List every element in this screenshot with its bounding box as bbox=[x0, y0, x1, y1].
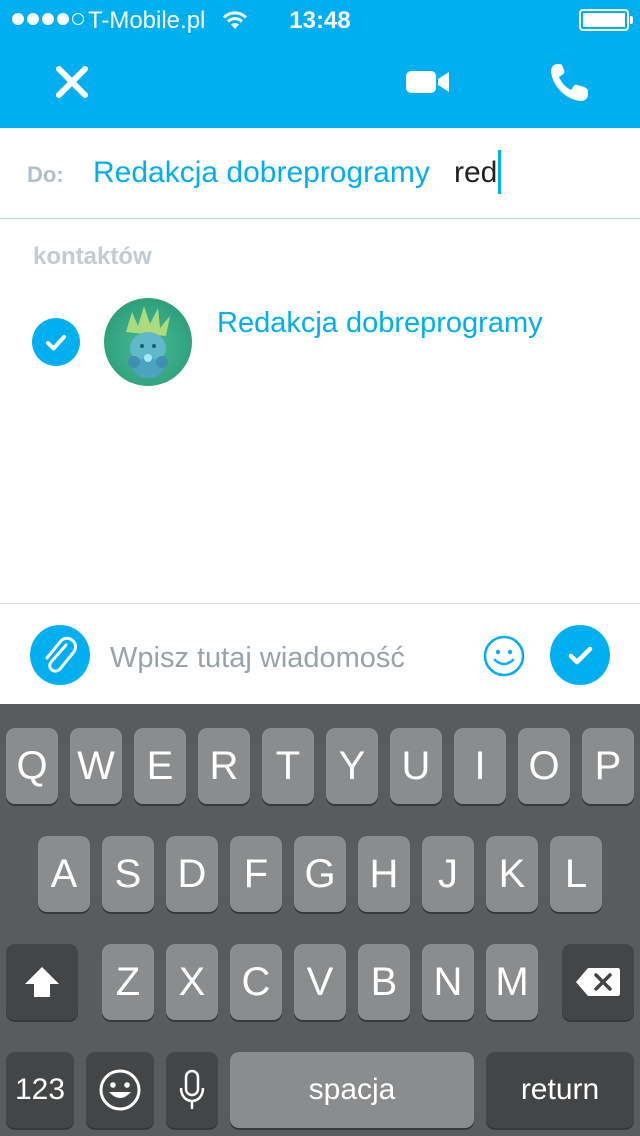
backspace-icon bbox=[576, 968, 620, 996]
send-button[interactable] bbox=[550, 625, 610, 685]
shift-arrow-icon bbox=[25, 967, 59, 997]
key-y[interactable]: Y bbox=[326, 728, 378, 804]
emoji-icon bbox=[99, 1069, 141, 1111]
phone-icon[interactable] bbox=[546, 60, 592, 106]
microphone-icon bbox=[179, 1069, 205, 1109]
key-i[interactable]: I bbox=[454, 728, 506, 804]
key-b[interactable]: B bbox=[358, 944, 410, 1020]
key-n[interactable]: N bbox=[422, 944, 474, 1020]
key-m[interactable]: M bbox=[486, 944, 538, 1020]
key-l[interactable]: L bbox=[550, 836, 602, 912]
key-q[interactable]: Q bbox=[6, 728, 58, 804]
space-key[interactable]: spacja bbox=[230, 1052, 474, 1128]
text-caret bbox=[498, 150, 501, 194]
clock: 13:48 bbox=[289, 7, 351, 34]
contact-list-item[interactable]: Redakcja dobreprogramy bbox=[0, 290, 640, 400]
selected-check-icon[interactable] bbox=[32, 318, 80, 366]
key-a[interactable]: A bbox=[38, 836, 90, 912]
checkmark-icon bbox=[568, 646, 593, 665]
key-o[interactable]: O bbox=[518, 728, 570, 804]
return-key[interactable]: return bbox=[486, 1052, 634, 1128]
key-r[interactable]: R bbox=[198, 728, 250, 804]
contact-name: Redakcja dobreprogramy bbox=[217, 307, 543, 339]
key-k[interactable]: K bbox=[486, 836, 538, 912]
key-e[interactable]: E bbox=[134, 728, 186, 804]
recipient-field[interactable]: Do: Redakcja dobreprogramy red bbox=[0, 128, 640, 219]
recipient-search-text[interactable]: red bbox=[454, 156, 497, 190]
attach-button[interactable] bbox=[30, 625, 90, 685]
key-h[interactable]: H bbox=[358, 836, 410, 912]
contacts-section-header: kontaktów bbox=[33, 243, 152, 270]
top-bar: T-Mobile.pl 13:48 bbox=[0, 0, 640, 128]
recipient-label: Do: bbox=[27, 162, 64, 187]
paperclip-icon bbox=[45, 636, 77, 673]
key-j[interactable]: J bbox=[422, 836, 474, 912]
contact-avatar bbox=[104, 298, 192, 386]
emoji-key[interactable] bbox=[86, 1052, 154, 1128]
key-w[interactable]: W bbox=[70, 728, 122, 804]
smiley-icon[interactable] bbox=[483, 635, 525, 677]
backspace-key[interactable] bbox=[562, 944, 634, 1020]
on-screen-keyboard: Q W E R T Y U I O P A S D F G H J K L Z … bbox=[0, 704, 640, 1136]
close-icon[interactable] bbox=[50, 60, 94, 104]
key-v[interactable]: V bbox=[294, 944, 346, 1020]
key-f[interactable]: F bbox=[230, 836, 282, 912]
key-g[interactable]: G bbox=[294, 836, 346, 912]
numbers-key[interactable]: 123 bbox=[6, 1052, 74, 1128]
status-bar: T-Mobile.pl 13:48 bbox=[0, 0, 640, 40]
recipient-chip[interactable]: Redakcja dobreprogramy bbox=[93, 156, 430, 190]
key-c[interactable]: C bbox=[230, 944, 282, 1020]
battery-level bbox=[583, 13, 625, 27]
message-input[interactable] bbox=[110, 638, 436, 678]
key-x[interactable]: X bbox=[166, 944, 218, 1020]
video-camera-icon[interactable] bbox=[403, 63, 453, 101]
key-p[interactable]: P bbox=[582, 728, 634, 804]
shift-key[interactable] bbox=[6, 944, 78, 1020]
key-z[interactable]: Z bbox=[102, 944, 154, 1020]
message-composer bbox=[0, 603, 640, 704]
battery-icon bbox=[579, 9, 633, 31]
key-t[interactable]: T bbox=[262, 728, 314, 804]
dictation-key[interactable] bbox=[166, 1052, 218, 1128]
key-u[interactable]: U bbox=[390, 728, 442, 804]
key-s[interactable]: S bbox=[102, 836, 154, 912]
key-d[interactable]: D bbox=[166, 836, 218, 912]
